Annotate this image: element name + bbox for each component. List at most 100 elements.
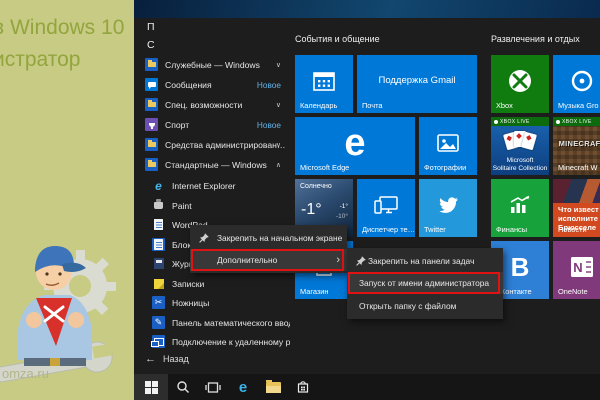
tile-news[interactable]: Что извест исполните Брюсселе Новости bbox=[553, 179, 600, 237]
tile-label: OneNote bbox=[558, 287, 588, 296]
remote-desktop-icon bbox=[152, 335, 165, 348]
explorer-folder-icon bbox=[266, 382, 281, 393]
app-item-remote-desktop[interactable]: Подключение к удаленному р… bbox=[134, 332, 290, 351]
menu-item-pin-to-taskbar[interactable]: Закрепить на панели задач bbox=[347, 250, 503, 272]
app-item-admin-tools[interactable]: Средства администрирован… ∨ bbox=[134, 135, 290, 154]
tile-finance[interactable]: Финансы bbox=[491, 179, 549, 237]
svg-text:N: N bbox=[573, 260, 582, 275]
tile-onenote[interactable]: N OneNote bbox=[553, 241, 600, 299]
back-label: Назад bbox=[163, 354, 189, 364]
tutorial-panel: в Windows 10 истратор bbox=[0, 0, 134, 400]
app-item-accessibility[interactable]: Спец. возможности ∨ bbox=[134, 95, 290, 114]
tile-minecraft[interactable]: XBOX LIVE MINECRAFT Minecraft W bbox=[553, 117, 600, 175]
tile-label: Диспетчер те… bbox=[362, 225, 415, 234]
app-item-label: Paint bbox=[172, 201, 290, 211]
app-item-sticky-notes[interactable]: Записки bbox=[134, 274, 290, 293]
back-button[interactable]: ← Назад bbox=[145, 353, 189, 365]
context-submenu: Закрепить на панели задач Запуск от имен… bbox=[347, 248, 503, 319]
desktop-wallpaper bbox=[134, 0, 600, 18]
tutorial-title: в Windows 10 истратор bbox=[0, 12, 124, 75]
folder-icon bbox=[145, 138, 158, 151]
tile-mail[interactable]: Поддержка Gmail Почта bbox=[357, 55, 477, 113]
onenote-icon: N bbox=[569, 255, 595, 279]
back-arrow-icon: ← bbox=[145, 353, 156, 365]
tile-calendar[interactable]: Календарь bbox=[295, 55, 353, 113]
app-item-messaging[interactable]: Сообщения Новое bbox=[134, 75, 290, 94]
tile-edge[interactable]: e Microsoft Edge bbox=[295, 117, 415, 175]
tile-label: Финансы bbox=[496, 225, 527, 234]
weather-high-low: -1°-10° bbox=[336, 202, 348, 223]
mail-notification: Поддержка Gmail bbox=[357, 75, 477, 86]
menu-item-label: Открыть папку с файлом bbox=[359, 301, 456, 311]
tile-label: Почта bbox=[362, 101, 383, 110]
taskbar-explorer-button[interactable] bbox=[258, 374, 288, 400]
letter-header-p[interactable]: П bbox=[147, 21, 155, 33]
chevron-down-icon: ∨ bbox=[276, 141, 281, 149]
app-item-label: Подключение к удаленному р… bbox=[172, 337, 290, 347]
new-badge: Новое bbox=[257, 80, 281, 90]
weather-temperature: -1° bbox=[301, 201, 322, 219]
app-item-label: Ножницы bbox=[172, 298, 290, 308]
tile-xbox[interactable]: Xbox bbox=[491, 55, 549, 113]
app-item-label: Стандартные — Windows bbox=[165, 160, 290, 170]
twitter-bird-icon bbox=[435, 194, 461, 216]
tile-photos[interactable]: Фотографии bbox=[419, 117, 477, 175]
vk-letter: В bbox=[511, 254, 530, 280]
chevron-up-icon: ∧ bbox=[276, 161, 281, 169]
app-list: П С Служебные — Windows ∨ Сообщения Ново… bbox=[134, 18, 290, 374]
app-item-label: Панель математического ввода bbox=[172, 318, 290, 328]
scissors-icon: ✂ bbox=[152, 296, 165, 309]
letter-header-s[interactable]: С bbox=[147, 39, 155, 51]
calendar-icon bbox=[312, 70, 336, 92]
app-item-windows-system[interactable]: Служебные — Windows ∨ bbox=[134, 55, 290, 74]
edge-logo: e bbox=[344, 124, 365, 162]
tile-group-header-left: События и общение bbox=[295, 34, 380, 44]
submenu-arrow-icon: › bbox=[336, 254, 340, 266]
app-item-label: Средства администрирован… bbox=[165, 140, 290, 150]
devices-icon bbox=[373, 195, 399, 215]
app-item-paint[interactable]: Paint bbox=[134, 196, 290, 215]
tile-twitter[interactable]: Twitter bbox=[419, 179, 477, 237]
tile-solitaire[interactable]: XBOX LIVE Microsoft Solitaire Collection bbox=[491, 117, 549, 175]
xbox-logo bbox=[507, 68, 533, 94]
app-item-snipping-tool[interactable]: ✂ Ножницы bbox=[134, 293, 290, 312]
taskbar: e bbox=[134, 374, 600, 400]
watermark: omza.ru bbox=[2, 366, 49, 381]
taskbar-edge-button[interactable]: e bbox=[228, 374, 258, 400]
news-photo bbox=[553, 179, 600, 203]
tile-phone-companion[interactable]: Диспетчер те… bbox=[357, 179, 415, 237]
internet-explorer-icon: e bbox=[152, 179, 165, 192]
pin-icon bbox=[198, 232, 210, 244]
wordpad-icon bbox=[152, 218, 165, 231]
folder-icon bbox=[145, 158, 158, 171]
screen: в Windows 10 истратор bbox=[0, 0, 600, 400]
paint-icon bbox=[152, 199, 165, 212]
taskbar-search-button[interactable] bbox=[168, 374, 198, 400]
tile-groove-music[interactable]: Музыка Gro bbox=[553, 55, 600, 113]
menu-item-run-as-admin[interactable]: Запуск от имени администратора bbox=[347, 272, 503, 294]
menu-item-label: Запуск от имени администратора bbox=[359, 278, 489, 288]
chat-icon bbox=[145, 78, 158, 91]
folder-icon bbox=[145, 98, 158, 111]
taskbar-store-button[interactable] bbox=[288, 374, 318, 400]
sticky-notes-icon bbox=[152, 277, 165, 290]
menu-item-pin-to-start[interactable]: Закрепить на начальном экране bbox=[190, 227, 347, 249]
menu-item-open-file-location[interactable]: Открыть папку с файлом bbox=[347, 295, 503, 317]
task-view-button[interactable] bbox=[198, 374, 228, 400]
xbox-live-badge: XBOX LIVE bbox=[553, 117, 600, 126]
app-item-accessories[interactable]: Стандартные — Windows ∧ bbox=[134, 155, 290, 174]
photos-icon bbox=[436, 133, 460, 153]
journal-icon bbox=[152, 257, 165, 270]
tile-label: Xbox bbox=[496, 101, 513, 110]
app-item-internet-explorer[interactable]: e Internet Explorer bbox=[134, 176, 290, 195]
menu-item-label: Закрепить на панели задач bbox=[368, 256, 474, 266]
app-item-sport[interactable]: Спорт Новое bbox=[134, 115, 290, 134]
groove-icon bbox=[569, 68, 595, 94]
start-button[interactable] bbox=[134, 374, 168, 400]
tile-label: Календарь bbox=[300, 101, 337, 110]
app-item-label: Записки bbox=[172, 279, 290, 289]
windows-logo-icon bbox=[145, 381, 158, 394]
minecraft-logo: MINECRAFT bbox=[553, 139, 600, 148]
menu-item-more[interactable]: Дополнительно › bbox=[190, 249, 347, 271]
app-item-math-input[interactable]: ✎ Панель математического ввода bbox=[134, 313, 290, 332]
